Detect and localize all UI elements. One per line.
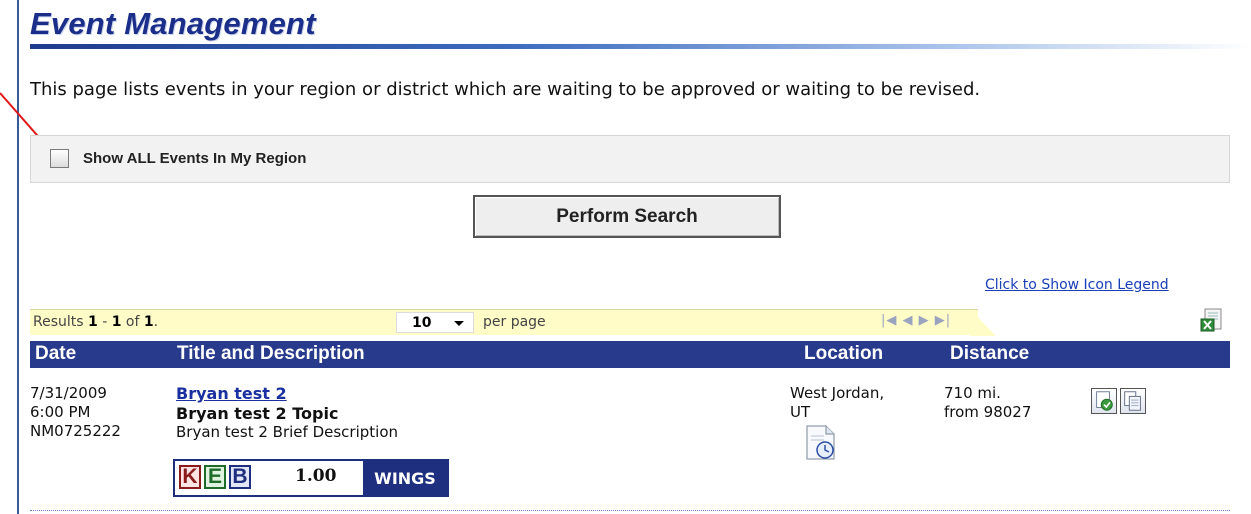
column-header-distance[interactable]: Distance: [950, 343, 1029, 365]
event-id: NM0725222: [30, 422, 121, 440]
location-city: West Jordan,: [790, 384, 885, 402]
credit-badge: K E B 1.00 WINGS: [173, 459, 449, 497]
event-title-cell: Bryan test 2 Bryan test 2 Topic Bryan te…: [176, 384, 398, 442]
credit-hours: 1.00: [295, 466, 337, 486]
results-table-header: Date Title and Description Location Dist…: [30, 341, 1230, 368]
credit-letter-e: E: [204, 465, 226, 489]
event-topic: Bryan test 2 Topic: [176, 404, 339, 423]
page-header: Event Management: [30, 6, 316, 42]
show-all-events-checkbox[interactable]: [50, 149, 69, 168]
location-state: UT: [790, 403, 811, 421]
table-row: 7/31/2009 6:00 PM NM0725222 Bryan test 2…: [30, 368, 1230, 508]
credit-letter-k: K: [179, 465, 201, 489]
event-date-cell: 7/31/2009 6:00 PM NM0725222: [30, 384, 121, 441]
column-header-location[interactable]: Location: [804, 343, 883, 365]
pager-controls[interactable]: |◀ ◀ ▶ ▶|: [881, 313, 951, 328]
column-header-title[interactable]: Title and Description: [177, 343, 365, 365]
dropdown-arrow-icon: [454, 321, 464, 326]
icon-legend-link[interactable]: Click to Show Icon Legend: [985, 277, 1169, 293]
perform-search-button[interactable]: Perform Search: [473, 195, 781, 238]
intro-text: This page lists events in your region or…: [30, 79, 981, 100]
credit-program: WINGS: [363, 461, 447, 495]
event-date: 7/31/2009: [30, 384, 107, 402]
event-description: Bryan test 2 Brief Description: [176, 423, 399, 441]
event-time: 6:00 PM: [30, 403, 91, 421]
filter-panel: Show ALL Events In My Region: [30, 135, 1230, 183]
header-underline: [30, 44, 1251, 49]
distance-value: 710 mi.: [944, 384, 1001, 402]
results-summary: Results 1 - 1 of 1.: [33, 314, 159, 330]
per-page-select[interactable]: 10: [396, 312, 474, 333]
show-all-events-label[interactable]: Show ALL Events In My Region: [83, 150, 306, 167]
event-distance-cell: 710 mi. from 98027: [944, 384, 1031, 422]
event-location-cell: West Jordan, UT: [790, 384, 884, 422]
excel-export-icon[interactable]: [1200, 308, 1224, 332]
row-divider: [30, 510, 1230, 511]
copy-icon[interactable]: [1120, 388, 1146, 414]
column-header-date[interactable]: Date: [35, 343, 76, 365]
results-bar-tab: [970, 309, 996, 336]
approve-icon[interactable]: [1091, 388, 1117, 414]
credit-letter-b: B: [229, 465, 251, 489]
distance-origin: from 98027: [944, 403, 1032, 421]
frame-border: [17, 0, 19, 514]
event-title-link[interactable]: Bryan test 2: [176, 384, 287, 403]
page-title: Event Management: [30, 6, 316, 41]
results-bar: Results 1 - 1 of 1. 10 per page |◀ ◀ ▶ ▶…: [30, 309, 978, 335]
calendar-reminder-icon[interactable]: [804, 424, 838, 462]
per-page-label: per page: [483, 314, 546, 330]
